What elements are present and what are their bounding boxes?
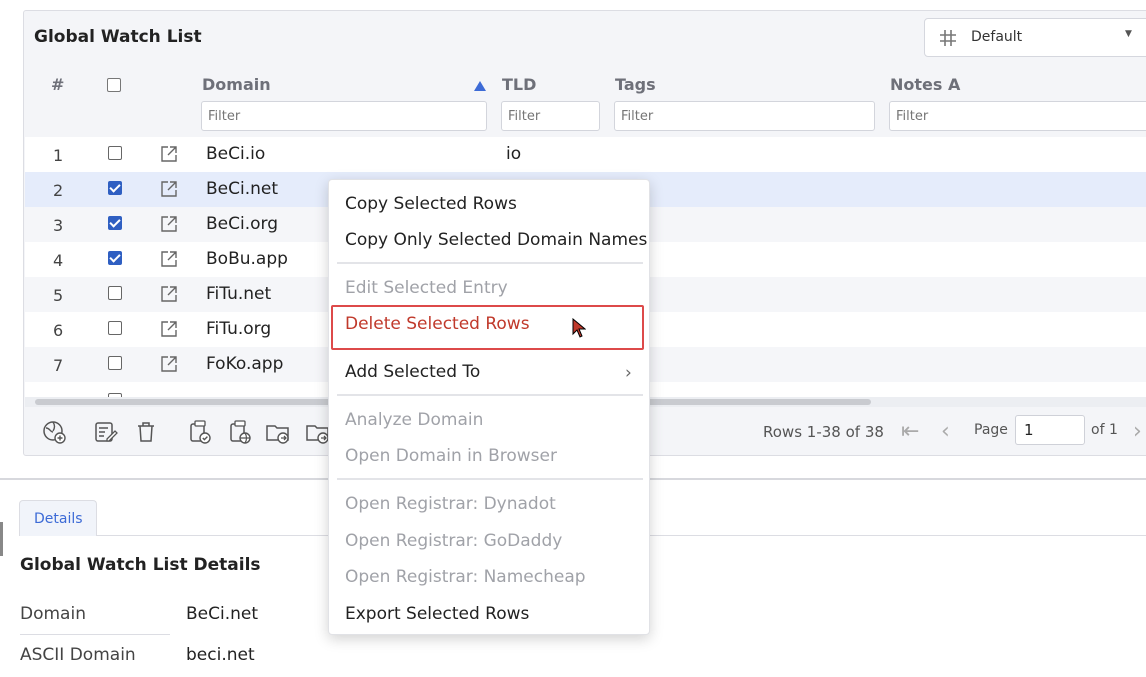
detail-field: ASCII Domain beci.net: [20, 637, 1146, 677]
row-domain: BoBu.app: [206, 249, 288, 269]
clipboard-check-icon[interactable]: [187, 419, 213, 445]
row-checkbox[interactable]: [108, 181, 122, 195]
menu-copy-domain-names[interactable]: Copy Only Selected Domain Names: [345, 230, 647, 250]
menu-copy-selected-rows[interactable]: Copy Selected Rows: [345, 194, 517, 214]
chevron-right-icon: ›: [625, 363, 632, 383]
tab-details[interactable]: Details: [19, 500, 97, 536]
trash-icon[interactable]: [133, 419, 159, 445]
edit-list-icon[interactable]: [93, 419, 119, 445]
menu-analyze-domain[interactable]: Analyze Domain: [345, 410, 483, 430]
menu-delete-selected-rows[interactable]: Delete Selected Rows: [345, 314, 530, 334]
open-external-icon[interactable]: [159, 249, 179, 269]
folder-export-icon[interactable]: [265, 419, 291, 445]
menu-open-domain-browser[interactable]: Open Domain in Browser: [345, 446, 557, 466]
row-number: 3: [53, 216, 64, 235]
menu-open-registrar-namecheap[interactable]: Open Registrar: Namecheap: [345, 567, 586, 587]
domain-filter-input[interactable]: [201, 101, 487, 131]
row-domain: BeCi.org: [206, 214, 279, 234]
row-domain: BeCi.net: [206, 179, 279, 199]
view-select[interactable]: Default ▼: [924, 18, 1146, 57]
col-header-num: #: [51, 75, 65, 94]
context-menu: Copy Selected Rows Copy Only Selected Do…: [328, 179, 650, 635]
side-resize-handle[interactable]: [0, 522, 3, 556]
notes-filter-input[interactable]: [889, 101, 1146, 131]
detail-key: Domain: [20, 604, 86, 624]
menu-open-registrar-dynadot[interactable]: Open Registrar: Dynadot: [345, 494, 556, 514]
menu-divider: [337, 262, 643, 264]
tld-filter-input[interactable]: [501, 101, 600, 131]
row-number: 1: [53, 146, 64, 165]
row-domain: BeCi.io: [206, 144, 266, 164]
add-domain-globe-icon[interactable]: [41, 419, 67, 445]
detail-key: ASCII Domain: [20, 645, 136, 665]
page-input[interactable]: [1015, 415, 1085, 445]
detail-value: BeCi.net: [186, 604, 259, 624]
row-checkbox[interactable]: [108, 216, 122, 230]
row-checkbox[interactable]: [108, 286, 122, 300]
menu-divider: [337, 478, 643, 480]
col-header-notes[interactable]: Notes A: [890, 75, 960, 94]
open-external-icon[interactable]: [159, 354, 179, 374]
row-domain: FiTu.net: [206, 284, 272, 304]
menu-open-registrar-godaddy[interactable]: Open Registrar: GoDaddy: [345, 531, 562, 551]
row-checkbox[interactable]: [108, 146, 122, 160]
row-number: 5: [53, 286, 64, 305]
col-header-tld[interactable]: TLD: [502, 75, 536, 94]
col-header-tags[interactable]: Tags: [615, 75, 656, 94]
prev-page-icon[interactable]: ‹: [941, 419, 950, 444]
row-number: 4: [53, 251, 64, 270]
details-title: Global Watch List Details: [20, 555, 261, 575]
col-header-domain[interactable]: Domain: [202, 75, 271, 94]
page-count: of 1: [1091, 422, 1118, 438]
row-number: 6: [53, 321, 64, 340]
row-number: 7: [53, 356, 64, 375]
menu-export-selected-rows[interactable]: Export Selected Rows: [345, 604, 529, 624]
clipboard-globe-icon[interactable]: [227, 419, 253, 445]
row-domain: FiTu.org: [206, 319, 272, 339]
menu-add-selected-to[interactable]: Add Selected To: [345, 362, 480, 382]
row-tld: io: [506, 144, 522, 164]
open-external-icon[interactable]: [159, 144, 179, 164]
row-checkbox[interactable]: [108, 251, 122, 265]
mouse-cursor-icon: [572, 318, 586, 338]
rows-info: Rows 1-38 of 38: [763, 423, 884, 441]
table-row[interactable]: 1 BeCi.io io: [25, 137, 1146, 172]
row-domain: FoKo.app: [206, 354, 284, 374]
panel-title: Global Watch List: [34, 27, 202, 47]
next-page-icon[interactable]: ›: [1133, 419, 1142, 444]
select-all-checkbox[interactable]: [107, 78, 121, 92]
open-external-icon[interactable]: [159, 284, 179, 304]
menu-edit-selected-entry[interactable]: Edit Selected Entry: [345, 278, 508, 298]
page-label: Page: [974, 422, 1008, 438]
open-external-icon[interactable]: [159, 319, 179, 339]
grid-icon: [940, 30, 956, 46]
row-checkbox[interactable]: [108, 356, 122, 370]
open-external-icon[interactable]: [159, 214, 179, 234]
sort-asc-icon[interactable]: [474, 81, 486, 91]
tags-filter-input[interactable]: [614, 101, 875, 131]
detail-value: beci.net: [186, 645, 255, 665]
detail-divider: [20, 634, 170, 635]
open-external-icon[interactable]: [159, 179, 179, 199]
view-select-value: Default: [971, 29, 1023, 45]
first-page-icon[interactable]: ⇤: [901, 419, 919, 444]
row-number: 2: [53, 181, 64, 200]
caret-down-icon: ▼: [1125, 29, 1132, 39]
row-checkbox[interactable]: [108, 321, 122, 335]
menu-divider: [337, 394, 643, 396]
